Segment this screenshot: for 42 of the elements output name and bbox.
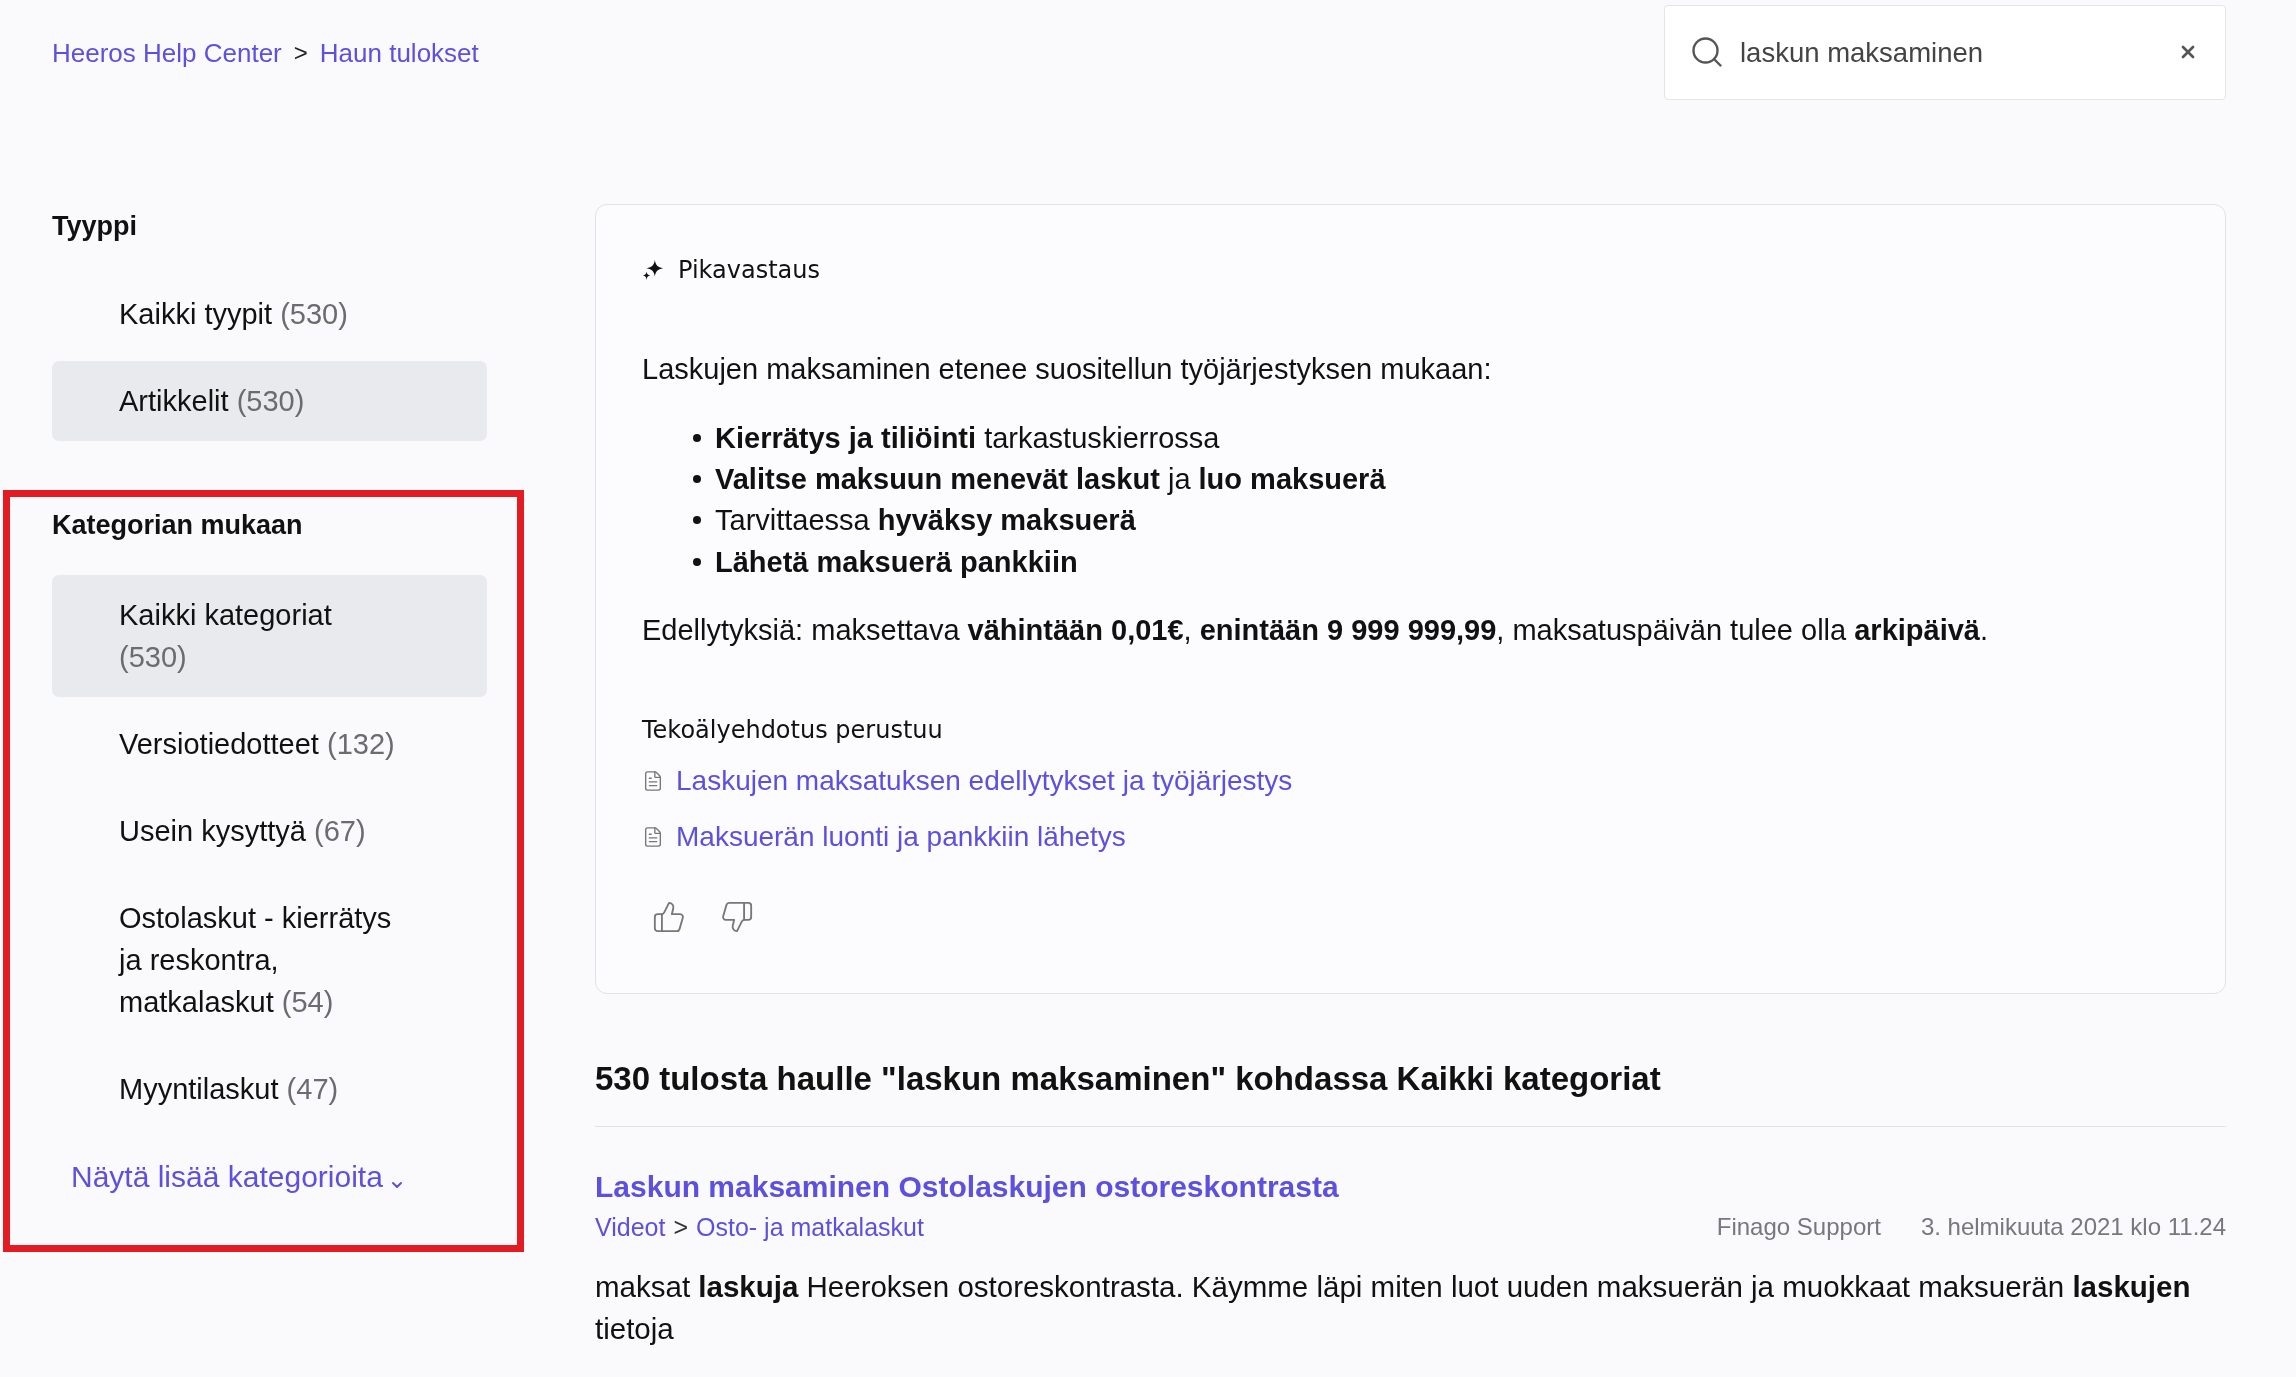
step-text: Lähetä maksuerä pankkiin (715, 544, 1078, 580)
answer-conditions: Edellytyksiä: maksettava vähintään 0,01€, enintään 9 999 999,99, maksatuspäivän tulee olla arkipäivä. (642, 613, 1989, 649)
filter-section-title: Tyyppi (52, 210, 138, 243)
category-link[interactable]: Osto- ja matkalaskut (696, 1211, 924, 1244)
bullet-icon (693, 557, 701, 566)
results-heading: 530 tulosta haulle "laskun maksaminen" kohdassa Kaikki kategoriat (595, 1059, 1661, 1100)
filter-item[interactable]: Artikkelit (530) (52, 361, 487, 441)
thumbs-up-icon[interactable] (652, 900, 686, 935)
filter-item[interactable]: Usein kysyttyä (67) (52, 791, 487, 871)
result-author: Finago Support (1716, 1212, 1881, 1243)
show-more-link[interactable]: Näytä lisää kategorioita (71, 1159, 405, 1195)
result-date: 3. helmikuuta 2021 klo 11.24 (1920, 1212, 2226, 1243)
document-icon (642, 826, 664, 849)
document-icon (642, 770, 664, 793)
filter-item[interactable]: Kaikki kategoriat (530) (52, 575, 487, 697)
bullet-icon (693, 516, 701, 525)
breadcrumb-link[interactable]: Heeros Help Center (52, 35, 282, 70)
sources-label: Tekoälyehdotus perustuu (642, 715, 943, 747)
step-text: Kierrätys ja tiliöinti tarkastuskierrossa (715, 420, 1220, 456)
category-link[interactable]: Videot (595, 1211, 666, 1244)
result-title-link[interactable]: Laskun maksaminen Ostolaskujen ostoreskontrasta (595, 1167, 1339, 1208)
sparkle-icon (642, 259, 664, 281)
answer-intro: Laskujen maksaminen etenee suositellun työjärjestyksen mukaan: (642, 352, 1492, 387)
source-link[interactable]: Maksuerän luonti ja pankkiin lähetys (642, 819, 1126, 856)
thumbs-down-icon[interactable] (720, 900, 754, 935)
filter-item[interactable]: Kaikki tyypit (530) (52, 274, 487, 354)
path-separator: > (673, 1212, 689, 1244)
breadcrumb-separator: > (293, 37, 308, 68)
source-link[interactable]: Laskujen maksatuksen edellytykset ja työjärjestys (642, 763, 1293, 800)
step-text: Valitse maksuun menevät laskut ja luo maksuerä (715, 461, 1386, 497)
search-icon (1689, 34, 1725, 70)
bullet-icon (693, 474, 701, 483)
answer-title: Pikavastaus (678, 255, 821, 286)
filter-item[interactable]: Ostolaskut - kierrätys ja reskontra, matkalaskut (54) (52, 878, 487, 1042)
filter-item[interactable]: Versiotiedotteet (132) (52, 704, 487, 784)
breadcrumb-link[interactable]: Haun tulokset (319, 35, 479, 70)
filter-section-title: Kategorian mukaan (52, 509, 304, 542)
search-field[interactable]: laskun maksaminen (1664, 5, 2226, 100)
filter-item[interactable]: Myyntilaskut (47) (52, 1049, 487, 1129)
step-text: Tarvittaessa hyväksy maksuerä (715, 503, 1136, 539)
result-snippet: maksat laskuja Heeroksen ostoreskontrasta. Käymme läpi miten luot uuden maksuerän ja muokkaat maksuerän laskujen tietoja (595, 1269, 2192, 1348)
bullet-icon (693, 433, 701, 442)
